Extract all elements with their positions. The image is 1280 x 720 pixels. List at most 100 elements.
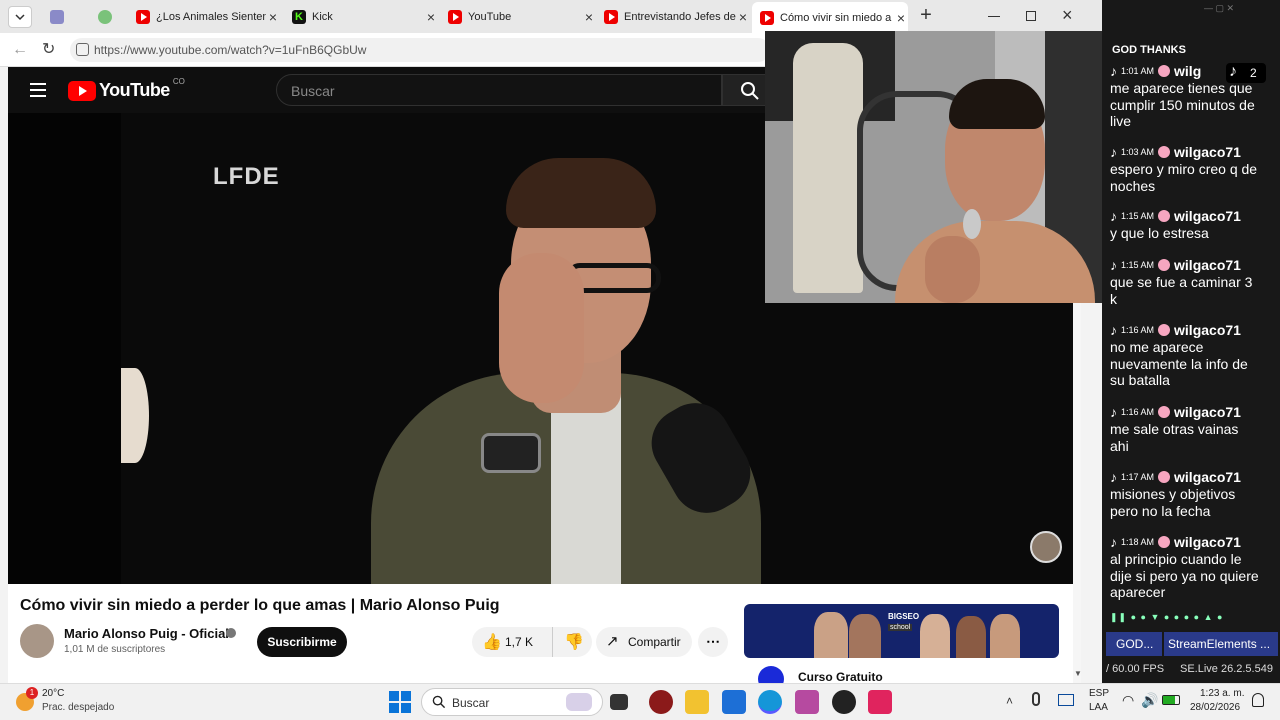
pig-badge-icon <box>1158 259 1171 271</box>
clock-date[interactable]: 28/02/2026 <box>1190 702 1240 713</box>
language-indicator[interactable]: ESP <box>1089 688 1109 699</box>
tab-entrevistando[interactable]: Entrevistando Jefes de N × <box>596 4 750 30</box>
chat-message-meta: ♪ 1:15 AM wilgaco71 <box>1110 207 1260 225</box>
edge-icon[interactable] <box>758 690 782 714</box>
tab-title: ¿Los Animales Sienten A <box>156 11 266 23</box>
file-explorer-icon[interactable] <box>685 690 709 714</box>
tab-animales[interactable]: ¿Los Animales Sienten A × <box>128 4 280 30</box>
wifi-icon[interactable]: ◠ <box>1122 692 1134 709</box>
tiktok-live-icon[interactable] <box>868 690 892 714</box>
menu-icon[interactable] <box>30 83 46 97</box>
subscribe-button[interactable]: Suscribirme <box>257 627 347 657</box>
weather-badge: 1 <box>26 687 38 699</box>
ad-banner[interactable]: BIGSEO school <box>744 604 1059 658</box>
left-speaker-shape <box>121 368 149 463</box>
maximize-button[interactable] <box>1026 11 1036 21</box>
pig-badge-icon <box>1158 146 1171 158</box>
url-text: https://www.youtube.com/watch?v=1uFnB6QG… <box>94 43 367 57</box>
chat-message-meta: ♪ 1:15 AM wilgaco71 <box>1110 256 1260 274</box>
chevron-down-icon <box>15 14 25 21</box>
youtube-logo[interactable]: YouTube CO <box>68 77 185 101</box>
chat-text: al principio cuando le dije si pero ya n… <box>1110 551 1259 600</box>
close-icon[interactable]: × <box>894 10 908 26</box>
close-icon[interactable]: × <box>266 9 280 25</box>
chat-message: ♪ 1:15 AM wilgaco71 y que lo estresa <box>1110 207 1260 242</box>
chat-header: GOD THANKS <box>1112 44 1186 56</box>
channel-avatar[interactable] <box>20 624 54 658</box>
notification-icon[interactable] <box>1252 693 1264 707</box>
youtube-icon <box>604 10 618 24</box>
channel-avatar-overlay[interactable] <box>1030 531 1062 563</box>
minimize-button[interactable] <box>988 8 1000 20</box>
close-window-button[interactable]: × <box>1062 5 1073 26</box>
tab-kick[interactable]: K Kick × <box>284 4 438 30</box>
device-icon[interactable] <box>1058 694 1074 706</box>
new-tab-button[interactable]: + <box>916 5 936 26</box>
chat-top-controls: — ▢ ✕ <box>1204 3 1235 13</box>
obs-icon[interactable] <box>832 690 856 714</box>
tab-strip: ¿Los Animales Sienten A × K Kick × YouTu… <box>0 0 1102 33</box>
share-label: Compartir <box>628 635 681 649</box>
video-title: Cómo vivir sin miedo a perder lo que ama… <box>20 597 500 614</box>
pig-badge-icon <box>1158 536 1171 548</box>
close-icon[interactable]: × <box>424 9 438 25</box>
keyboard-layout[interactable]: LAA <box>1089 702 1108 713</box>
store-icon[interactable] <box>722 690 746 714</box>
chat-message-meta: ♪ 1:16 AM wilgaco71 <box>1110 321 1260 339</box>
tab-title: YouTube <box>468 11 512 23</box>
app-icon-green[interactable] <box>795 690 819 714</box>
like-button[interactable]: 👍 1,7 K <box>472 627 552 657</box>
youtube-icon <box>760 10 774 25</box>
search-input[interactable]: Buscar <box>276 74 722 106</box>
refresh-button[interactable]: ↻ <box>42 39 55 59</box>
tab-title: Kick <box>312 11 333 23</box>
task-view-icon[interactable] <box>610 694 628 710</box>
chat-tab-god[interactable]: GOD... <box>1106 632 1162 656</box>
chat-message: ♪ 1:18 AM wilgaco71 al principio cuando le … <box>1110 533 1260 601</box>
thumbs-down-icon: 👎 <box>564 634 584 651</box>
version-readout: SE.Live 26.2.5.549 <box>1180 663 1273 675</box>
battery-icon[interactable] <box>1162 695 1180 705</box>
more-actions-button[interactable]: ⋯ <box>698 627 728 657</box>
ad-brand-sub: school <box>888 624 913 631</box>
site-info-icon[interactable] <box>76 43 89 56</box>
start-button[interactable] <box>389 691 411 713</box>
channel-name[interactable]: Mario Alonso Puig - Oficial <box>64 626 229 641</box>
chat-message: ♪ 1:16 AM wilgaco71 me sale otras vainas ah… <box>1110 403 1260 454</box>
tiktok-icon: ♪ <box>1110 533 1117 550</box>
tray-chevron-icon[interactable]: ˄ <box>1006 694 1013 708</box>
chat-time: 1:15 AM <box>1121 210 1155 221</box>
close-icon[interactable]: × <box>582 9 596 25</box>
taskbar-search[interactable]: Buscar <box>421 688 603 716</box>
speaker-shirt <box>551 393 621 584</box>
weather-widget[interactable]: 1 20°C Prac. despejado <box>14 687 124 717</box>
chat-time: 1:18 AM <box>1121 536 1155 547</box>
address-input[interactable]: https://www.youtube.com/watch?v=1uFnB6QG… <box>70 38 770 62</box>
share-button[interactable]: ↗ Compartir <box>596 627 692 657</box>
clock-time[interactable]: 1:23 a. m. <box>1200 688 1244 699</box>
microphone-icon[interactable] <box>1032 692 1040 706</box>
tab-camera[interactable] <box>42 4 78 30</box>
close-icon[interactable]: × <box>736 9 750 25</box>
chat-message: ♪ 1:15 AM wilgaco71 que se fue a caminar 3 … <box>1110 256 1260 307</box>
volume-icon[interactable]: 🔊 <box>1141 692 1158 709</box>
tiktok-icon: ♪ <box>1110 321 1117 338</box>
chat-text: me sale otras vainas ahi <box>1110 421 1239 454</box>
tiktok-icon: ♪ <box>1110 256 1117 273</box>
chat-text: espero y miro creo q de noches <box>1110 161 1258 194</box>
chat-username: wilgaco71 <box>1174 468 1241 485</box>
tab-youtube[interactable]: YouTube × <box>440 4 596 30</box>
chat-message-meta: ♪ 1:16 AM wilgaco71 <box>1110 403 1260 421</box>
tab-extension[interactable] <box>90 4 126 30</box>
tab-active[interactable]: Cómo vivir sin miedo a p × <box>752 2 908 33</box>
logo-text: YouTube <box>99 80 170 100</box>
chat-message-meta: ♪ 1:17 AM wilgaco71 <box>1110 468 1260 486</box>
video-watermark: LFDE <box>213 163 280 190</box>
back-button[interactable]: ← <box>12 41 28 59</box>
chat-tab-streamelements[interactable]: StreamElements ... <box>1164 632 1278 656</box>
antivirus-icon[interactable] <box>649 690 673 714</box>
tab-list-button[interactable] <box>8 6 32 28</box>
chat-text: y que lo estresa <box>1110 225 1209 241</box>
dislike-button[interactable]: 👎 <box>552 627 592 657</box>
stream-chat-panel: — ▢ ✕ GOD THANKS ♪ 2 ♪ 1:01 AM wilg me apar… <box>1102 0 1280 683</box>
